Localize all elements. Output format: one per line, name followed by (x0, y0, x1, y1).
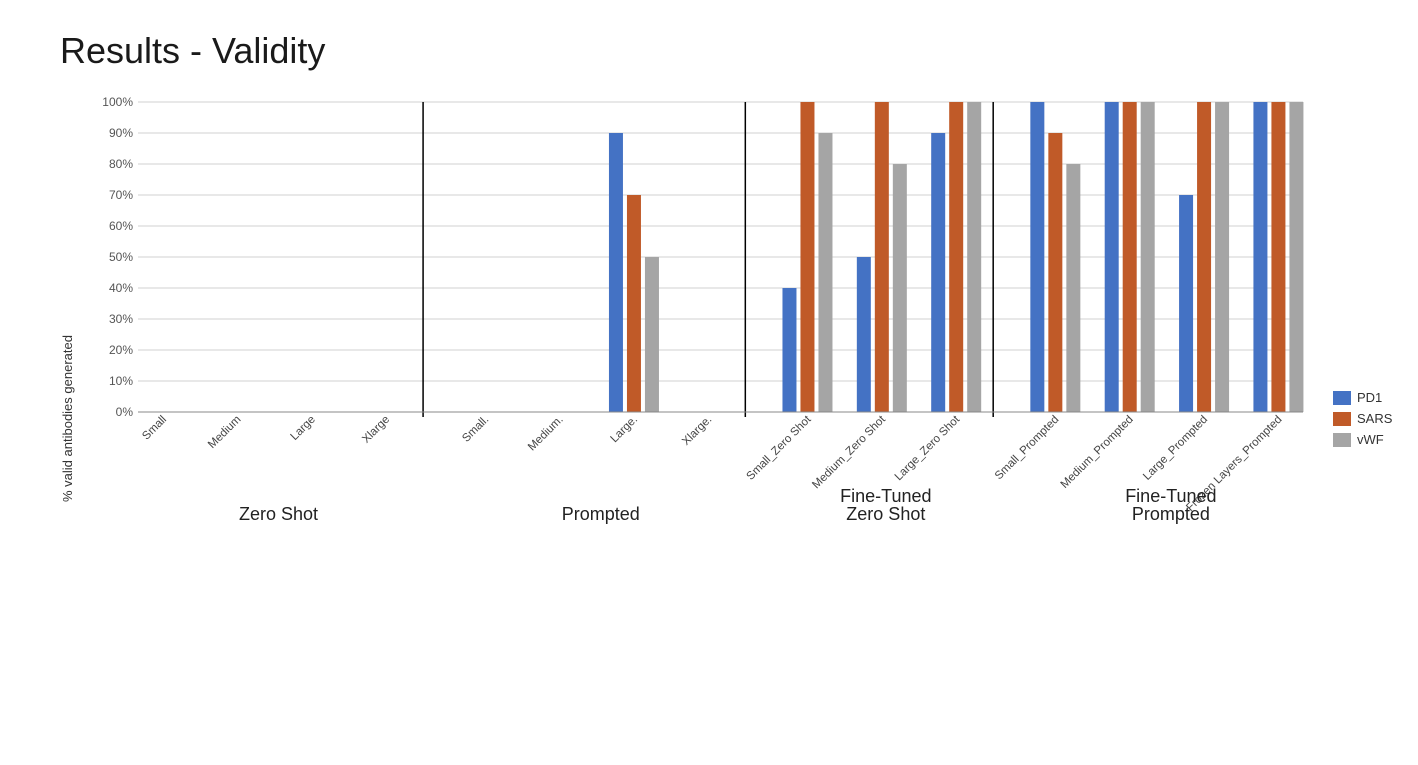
x-tick-label: Small_Zero Shot (745, 413, 815, 483)
legend-color (1333, 391, 1351, 405)
page-title: Results - Validity (60, 30, 1398, 72)
bar (1215, 102, 1229, 412)
bar (967, 102, 981, 412)
x-tick-label: Large_Zero Shot (893, 413, 963, 483)
group-label: Prompted (1132, 504, 1210, 524)
bar (800, 102, 814, 412)
svg-text:60%: 60% (109, 219, 133, 233)
svg-text:80%: 80% (109, 157, 133, 171)
legend-label: PD1 (1357, 390, 1382, 405)
group-label: Zero Shot (846, 504, 925, 524)
x-tick-label: Large (289, 414, 318, 443)
x-tick-label: Large. (609, 414, 641, 446)
bar (1048, 133, 1062, 412)
bar (875, 102, 889, 412)
bar (1105, 102, 1119, 412)
chart-container: 0% 10% 20% 30% 40% 50% 60% 70% 80% 90% 100% Small Me… (83, 92, 1412, 745)
chart-inner: 0% 10% 20% 30% 40% 50% 60% 70% 80% 90% 100% Small Me… (83, 92, 1313, 745)
legend-item: vWF (1333, 432, 1392, 447)
page: Results - Validity % valid antibodies ge… (0, 0, 1418, 765)
svg-text:0%: 0% (116, 405, 134, 419)
legend: PD1 SARS vWF (1333, 92, 1412, 745)
bar (1179, 195, 1193, 412)
bar (645, 257, 659, 412)
bar (857, 257, 871, 412)
x-tick-label: Small. (460, 414, 491, 445)
bar (1289, 102, 1303, 412)
bar (1123, 102, 1137, 412)
bar (893, 164, 907, 412)
svg-text:100%: 100% (102, 95, 133, 109)
x-tick-label: Medium_Prompted (1059, 414, 1136, 491)
bar (818, 133, 832, 412)
chart-and-legend: 0% 10% 20% 30% 40% 50% 60% 70% 80% 90% 100% Small Me… (83, 92, 1412, 745)
svg-text:50%: 50% (109, 250, 133, 264)
bar (627, 195, 641, 412)
svg-text:90%: 90% (109, 126, 133, 140)
bar (931, 133, 945, 412)
x-tick-label: Large_Prompted (1141, 414, 1210, 483)
legend-label: vWF (1357, 432, 1384, 447)
bar (782, 288, 796, 412)
legend-item: PD1 (1333, 390, 1392, 405)
x-tick-label: Small (140, 414, 169, 443)
x-tick-label: Medium (206, 414, 243, 451)
svg-text:20%: 20% (109, 343, 133, 357)
y-axis-label: % valid antibodies generated (60, 92, 75, 745)
bar (1197, 102, 1211, 412)
svg-text:10%: 10% (109, 374, 133, 388)
legend-color (1333, 433, 1351, 447)
bar (1141, 102, 1155, 412)
svg-text:30%: 30% (109, 312, 133, 326)
svg-text:40%: 40% (109, 281, 133, 295)
svg-text:70%: 70% (109, 188, 133, 202)
x-tick-label: Small_Prompted (993, 414, 1062, 483)
x-tick-label: Xlarge. (680, 414, 714, 448)
legend-item: SARS (1333, 411, 1392, 426)
group-label: Fine-Tuned (1125, 486, 1216, 506)
chart-area: % valid antibodies generated 0% 10% 20% 30%… (60, 92, 1398, 745)
x-tick-label: Medium_Zero Shot (810, 413, 888, 491)
x-tick-label: Medium. (526, 414, 566, 454)
bar (1271, 102, 1285, 412)
x-tick-label: Xlarge (360, 414, 392, 446)
legend-label: SARS (1357, 411, 1392, 426)
chart-svg: 0% 10% 20% 30% 40% 50% 60% 70% 80% 90% 100% Small Me… (83, 92, 1313, 532)
group-label: Zero Shot (239, 504, 318, 524)
bar (949, 102, 963, 412)
bar (1253, 102, 1267, 412)
group-label: Fine-Tuned (840, 486, 931, 506)
grid-and-bars: 0% 10% 20% 30% 40% 50% 60% 70% 80% 90% 100% Small Me… (83, 92, 1313, 745)
bar (1066, 164, 1080, 412)
group-label: Prompted (562, 504, 640, 524)
bar (609, 133, 623, 412)
legend-color (1333, 412, 1351, 426)
bar (1030, 102, 1044, 412)
